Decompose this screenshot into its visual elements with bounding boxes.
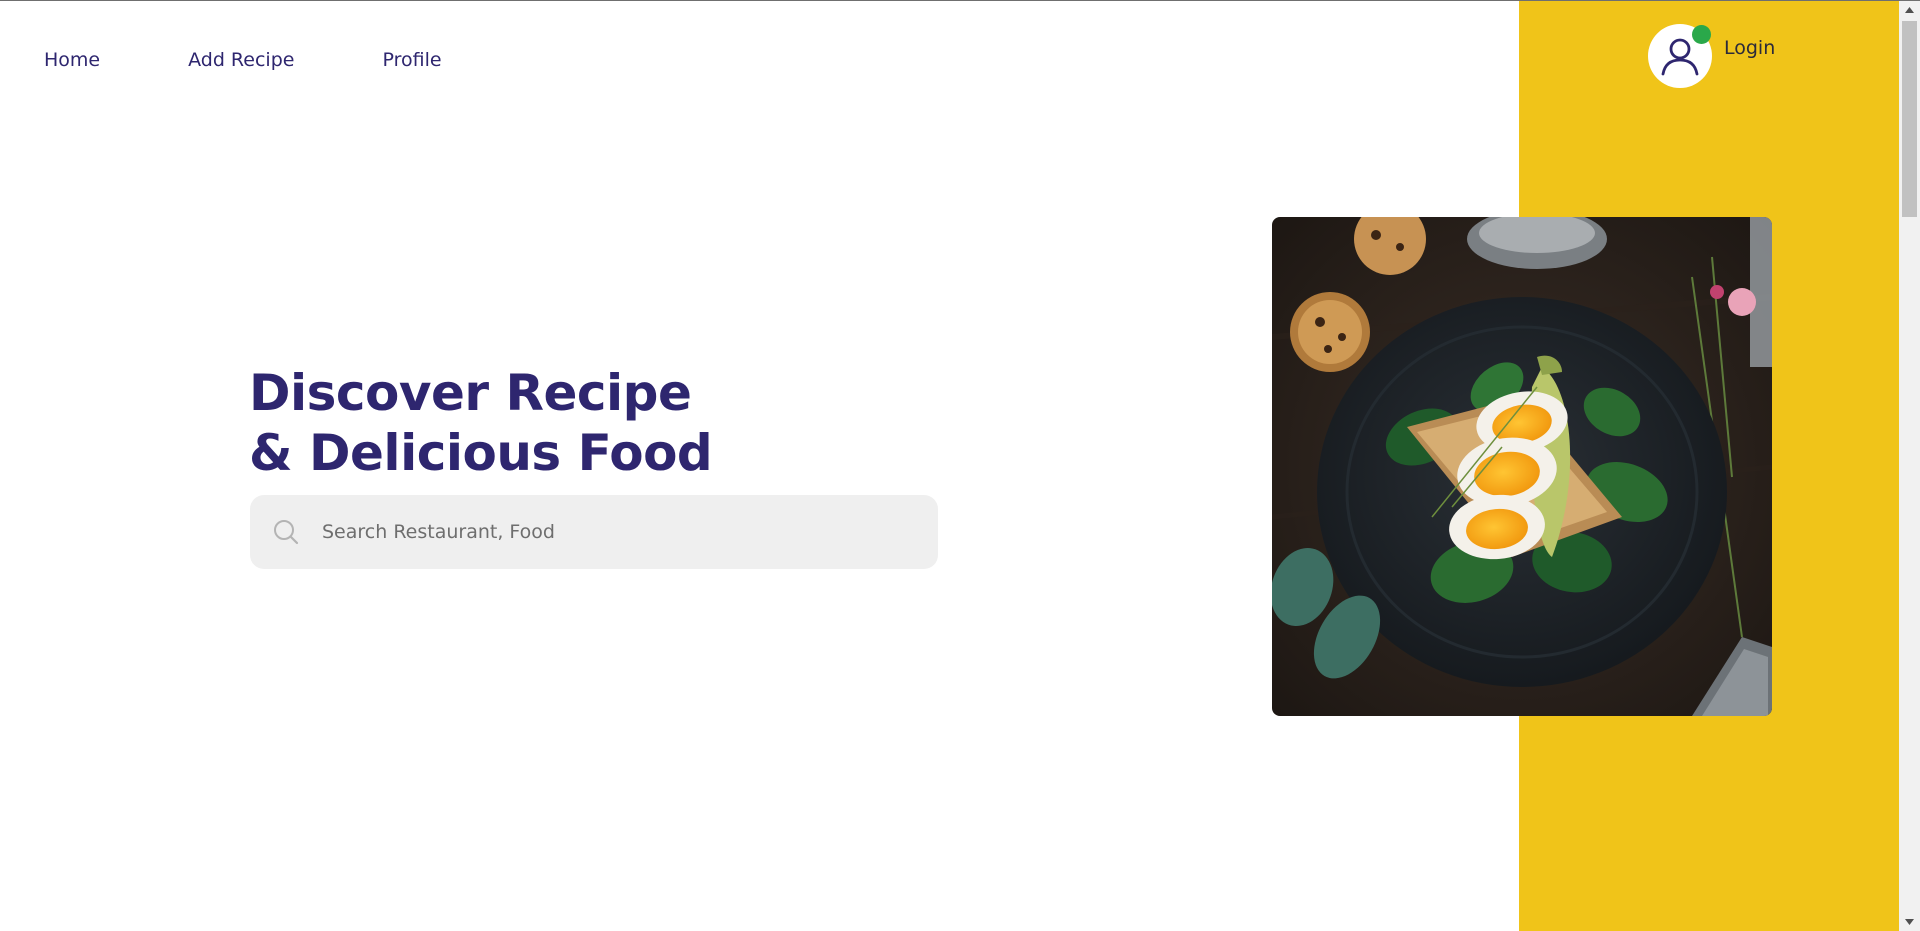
main-nav: Home Add Recipe Profile bbox=[44, 48, 442, 72]
search-bar bbox=[250, 495, 938, 569]
online-status-dot bbox=[1692, 25, 1711, 44]
avatar[interactable] bbox=[1648, 24, 1712, 88]
nav-home-link[interactable]: Home bbox=[44, 48, 100, 72]
scroll-up-arrow-icon[interactable] bbox=[1899, 1, 1920, 19]
login-link[interactable]: Login bbox=[1724, 36, 1775, 60]
nav-add-recipe-link[interactable]: Add Recipe bbox=[188, 48, 294, 72]
user-login-area: Login bbox=[1648, 24, 1775, 90]
landing-page: Home Add Recipe Profile Login Discover R… bbox=[0, 0, 1920, 931]
search-input[interactable] bbox=[320, 511, 924, 553]
food-plate-image bbox=[1272, 217, 1772, 716]
nav-profile-link[interactable]: Profile bbox=[382, 48, 441, 72]
hero-title: Discover Recipe & Delicious Food bbox=[249, 363, 713, 483]
page-scrollbar[interactable] bbox=[1899, 1, 1920, 931]
scroll-down-arrow-icon[interactable] bbox=[1899, 913, 1920, 931]
search-icon[interactable] bbox=[271, 517, 301, 547]
scrollbar-thumb[interactable] bbox=[1902, 21, 1917, 217]
hero-title-line-2: & Delicious Food bbox=[249, 424, 713, 482]
hero-title-line-1: Discover Recipe bbox=[249, 364, 692, 422]
